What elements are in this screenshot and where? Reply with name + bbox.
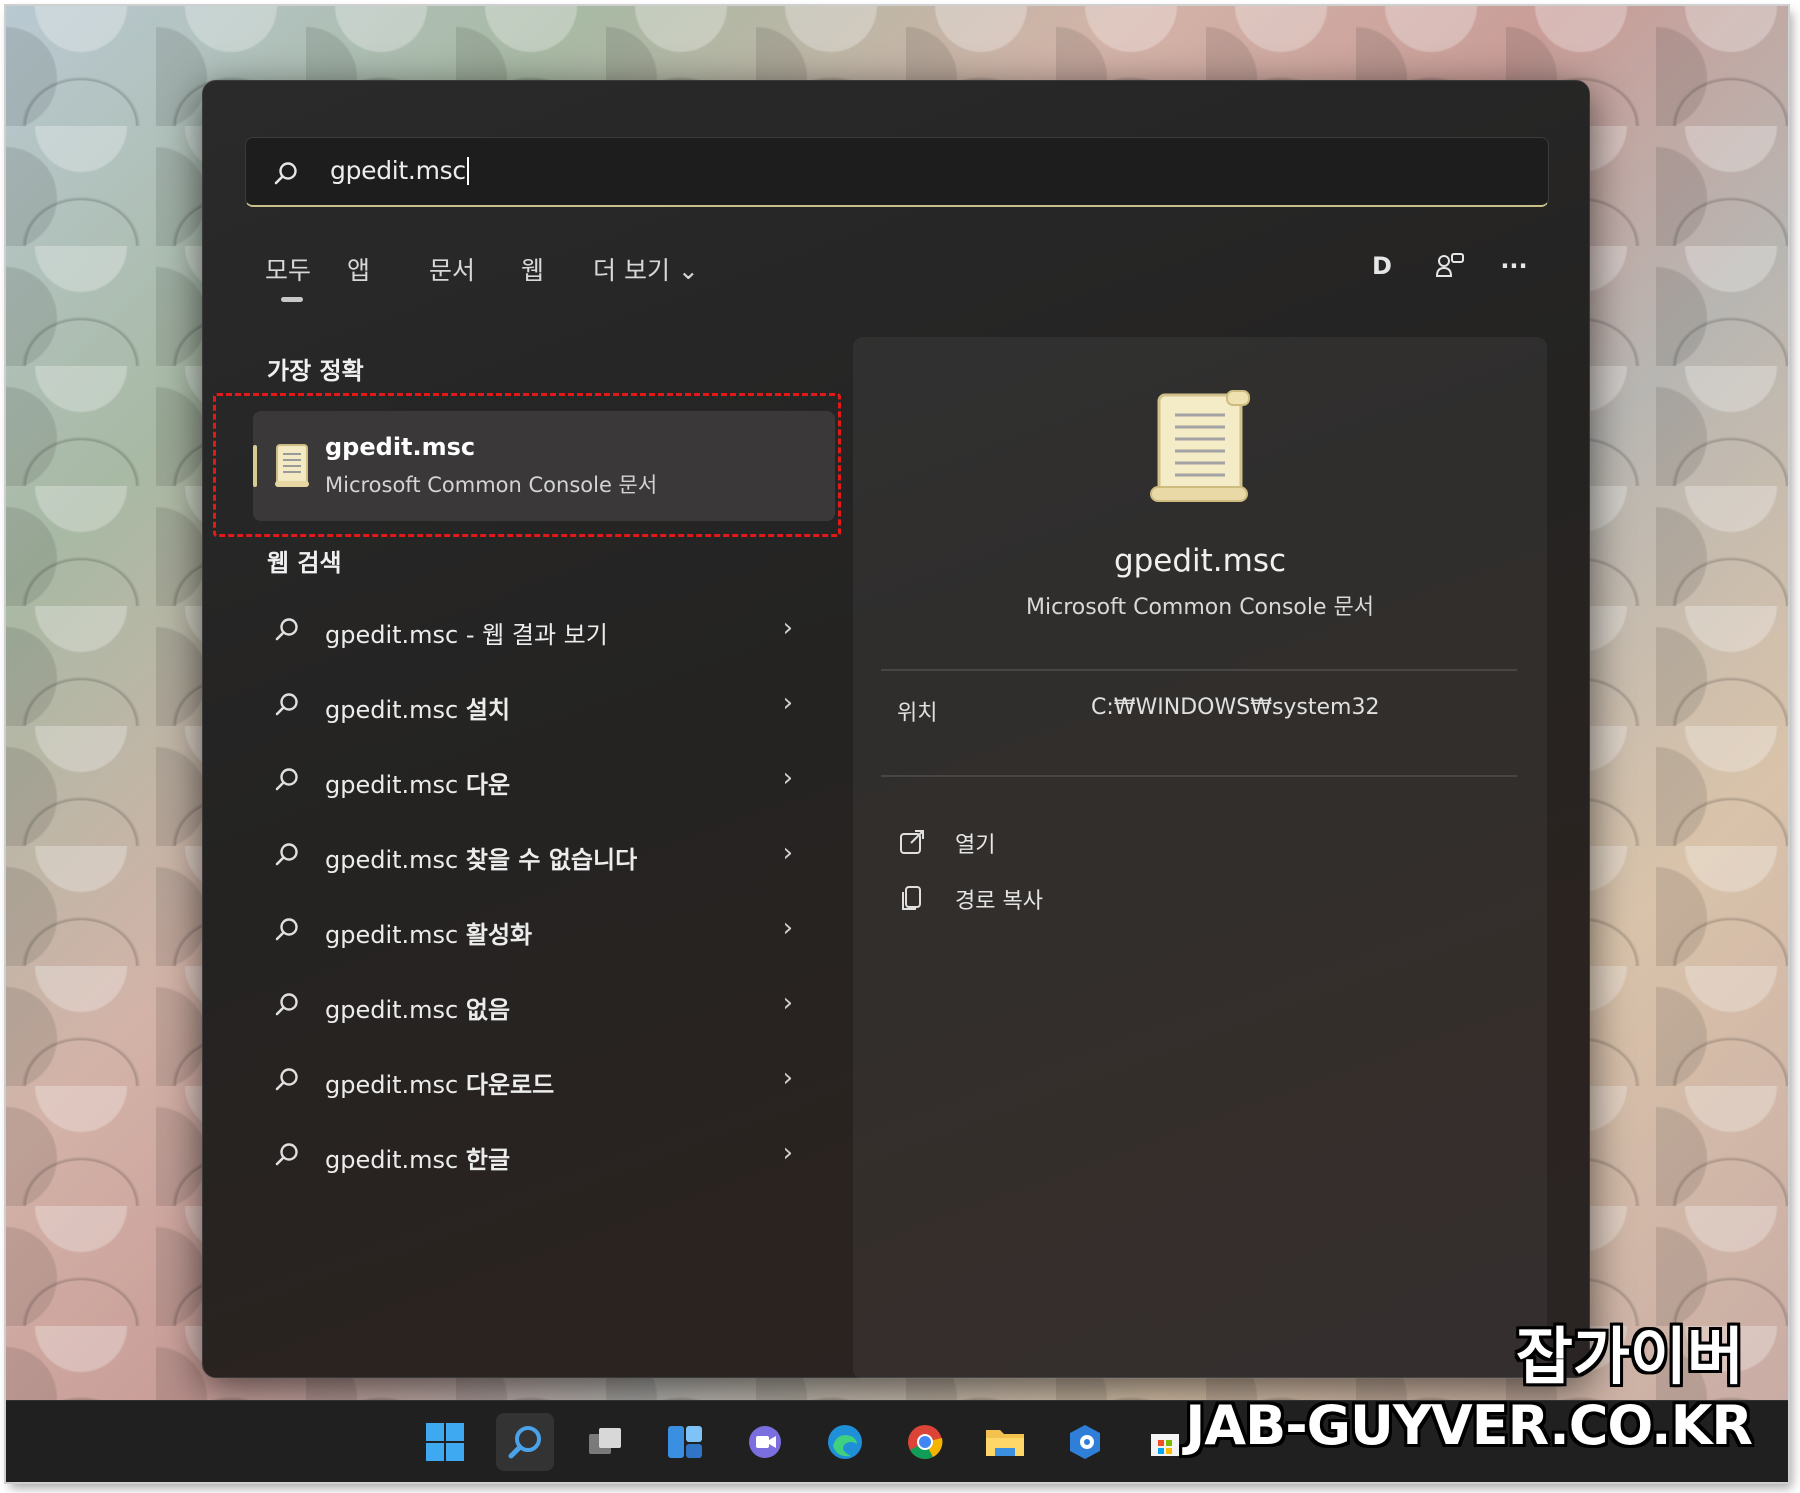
search-icon [274, 162, 297, 185]
tab-web[interactable]: 웹 [521, 251, 544, 287]
chevron-right-icon: › [782, 1063, 793, 1093]
divider [881, 669, 1517, 671]
location-value: C:₩WINDOWS₩system32 [1091, 695, 1380, 720]
web-search-heading: 웹 검색 [267, 549, 342, 577]
search-icon [275, 993, 298, 1016]
web-item-prefix: gpedit.msc [325, 996, 466, 1024]
taskbar-search-button[interactable] [496, 1413, 554, 1471]
file-explorer-button[interactable] [976, 1413, 1034, 1471]
copy-path-action[interactable]: 경로 복사 [897, 881, 1197, 917]
settings-app-button[interactable] [1056, 1413, 1114, 1471]
web-item-suffix: 한글 [465, 1146, 511, 1174]
chrome-icon [908, 1425, 943, 1459]
search-icon [275, 918, 298, 941]
web-item-suffix: 다운로드 [465, 1071, 555, 1099]
web-search-item[interactable]: gpedit.msc 찾을 수 없습니다 › [253, 826, 803, 886]
widgets-button[interactable] [656, 1413, 714, 1471]
tab-more[interactable]: 더 보기 ⌄ [593, 251, 699, 287]
start-search-panel: gpedit.msc 모두 앱 문서 웹 더 보기 ⌄ D ··· 가장 정확 [202, 80, 1590, 1379]
copy-path-label: 경로 복사 [955, 889, 1043, 914]
tab-documents[interactable]: 문서 [429, 251, 475, 287]
web-item-suffix: 설치 [465, 696, 511, 724]
people-icon [1435, 253, 1464, 277]
detail-subtitle: Microsoft Common Console 문서 [1026, 595, 1374, 620]
edge-icon [828, 1425, 862, 1459]
chevron-right-icon: › [782, 838, 793, 868]
web-item-suffix: 찾을 수 없습니다 [465, 846, 638, 874]
chevron-right-icon: › [782, 763, 793, 793]
chevron-right-icon: › [782, 1138, 793, 1168]
task-view-button[interactable] [576, 1413, 634, 1471]
search-icon [275, 1068, 298, 1091]
chat-icon [749, 1426, 781, 1458]
web-item-suffix: 다운 [465, 771, 511, 799]
account-button[interactable]: D [1363, 247, 1401, 285]
task-view-icon [589, 1428, 621, 1454]
web-item-prefix: gpedit.msc [325, 696, 466, 724]
web-search-item[interactable]: gpedit.msc 다운 › [253, 751, 803, 811]
web-item-suffix: 없음 [465, 996, 511, 1024]
search-input[interactable]: gpedit.msc [245, 137, 1549, 207]
chevron-right-icon: › [782, 688, 793, 718]
start-button[interactable] [416, 1413, 474, 1471]
open-action-label: 열기 [955, 833, 996, 858]
web-item-suffix: 웹 결과 보기 [482, 621, 608, 649]
tab-all[interactable]: 모두 [265, 251, 311, 287]
search-icon [275, 693, 298, 716]
rewards-button[interactable] [1431, 247, 1469, 285]
search-icon [275, 1143, 298, 1166]
web-item-suffix: 활성화 [465, 921, 533, 949]
search-input-value: gpedit.msc [330, 156, 466, 185]
web-item-prefix: gpedit.msc [325, 846, 466, 874]
web-search-item[interactable]: gpedit.msc 설치 › [253, 676, 803, 736]
highlight-annotation-box [213, 393, 841, 537]
web-search-item[interactable]: gpedit.msc 다운로드 › [253, 1051, 803, 1111]
chevron-right-icon: › [782, 913, 793, 943]
desktop-wallpaper: gpedit.msc 모두 앱 문서 웹 더 보기 ⌄ D ··· 가장 정확 [6, 6, 1788, 1482]
file-explorer-icon [986, 1430, 1024, 1456]
location-label: 위치 [897, 701, 938, 726]
best-match-heading: 가장 정확 [267, 357, 364, 385]
detail-pane: gpedit.msc Microsoft Common Console 문서 위… [853, 337, 1547, 1379]
search-icon [508, 1426, 541, 1459]
text-caret [466, 157, 469, 185]
watermark-site: JAB-GUYVER.CO.KR [1185, 1394, 1753, 1457]
web-item-prefix: gpedit.msc - [325, 621, 483, 649]
search-icon [275, 618, 298, 641]
web-search-item[interactable]: gpedit.msc 한글 › [253, 1126, 803, 1186]
web-search-item[interactable]: gpedit.msc - 웹 결과 보기 › [253, 601, 803, 661]
web-item-prefix: gpedit.msc [325, 1146, 466, 1174]
settings-app-icon [1070, 1425, 1100, 1459]
chrome-button[interactable] [896, 1413, 954, 1471]
web-item-prefix: gpedit.msc [325, 921, 466, 949]
open-action[interactable]: 열기 [897, 825, 1197, 861]
active-tab-indicator [281, 297, 303, 302]
msc-file-large-icon [1150, 390, 1250, 502]
chevron-right-icon: › [782, 988, 793, 1018]
more-options-button[interactable]: ··· [1495, 247, 1533, 285]
tab-apps[interactable]: 앱 [347, 251, 370, 287]
chat-button[interactable] [736, 1413, 794, 1471]
chevron-right-icon: › [782, 613, 793, 643]
divider [881, 775, 1517, 777]
account-initial: D [1372, 252, 1392, 280]
copy-icon [902, 886, 921, 910]
web-search-item[interactable]: gpedit.msc 없음 › [253, 976, 803, 1036]
widgets-icon [668, 1426, 702, 1458]
windows-start-icon [426, 1423, 464, 1461]
edge-button[interactable] [816, 1413, 874, 1471]
watermark-korean: 잡가이버 [1515, 1320, 1744, 1393]
web-search-item[interactable]: gpedit.msc 활성화 › [253, 901, 803, 961]
open-external-icon [900, 830, 924, 854]
web-item-prefix: gpedit.msc [325, 1071, 466, 1099]
detail-title: gpedit.msc [1113, 543, 1287, 579]
search-icon [275, 768, 298, 791]
search-icon [275, 843, 298, 866]
web-item-prefix: gpedit.msc [325, 771, 466, 799]
store-icon [1151, 1434, 1179, 1456]
